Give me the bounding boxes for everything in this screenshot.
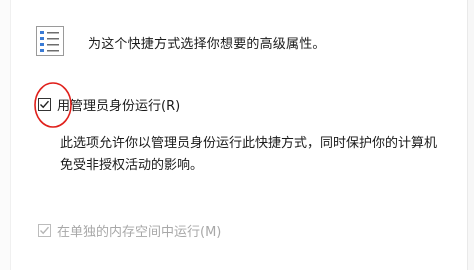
checkmark-icon: [40, 100, 50, 108]
checkmark-icon: [40, 226, 50, 234]
separate-memory-label: 在单独的内存空间中运行(M): [57, 224, 222, 240]
left-border: [0, 0, 11, 270]
properties-list-icon: [34, 25, 66, 57]
description-line-1: 此选项允许你以管理员身份运行此快捷方式，同时保护你的计算机: [60, 136, 438, 151]
intro-text: 为这个快捷方式选择你想要的高级属性。: [88, 37, 326, 52]
advanced-properties-panel: 为这个快捷方式选择你想要的高级属性。 用管理员身份运行(R) 此选项允许你以管理…: [0, 0, 474, 270]
run-as-admin-option[interactable]: 用管理员身份运行(R): [38, 94, 180, 114]
separate-memory-option: 在单独的内存空间中运行(M): [38, 220, 221, 240]
run-as-admin-label: 用管理员身份运行(R): [57, 98, 181, 114]
separate-memory-checkbox: [38, 223, 51, 237]
right-border: [467, 0, 474, 270]
run-as-admin-checkbox[interactable]: [38, 97, 51, 111]
run-as-admin-description: 此选项允许你以管理员身份运行此快捷方式，同时保护你的计算机 免受非授权活动的影响…: [60, 133, 460, 177]
description-line-2: 免受非授权活动的影响。: [60, 158, 204, 173]
